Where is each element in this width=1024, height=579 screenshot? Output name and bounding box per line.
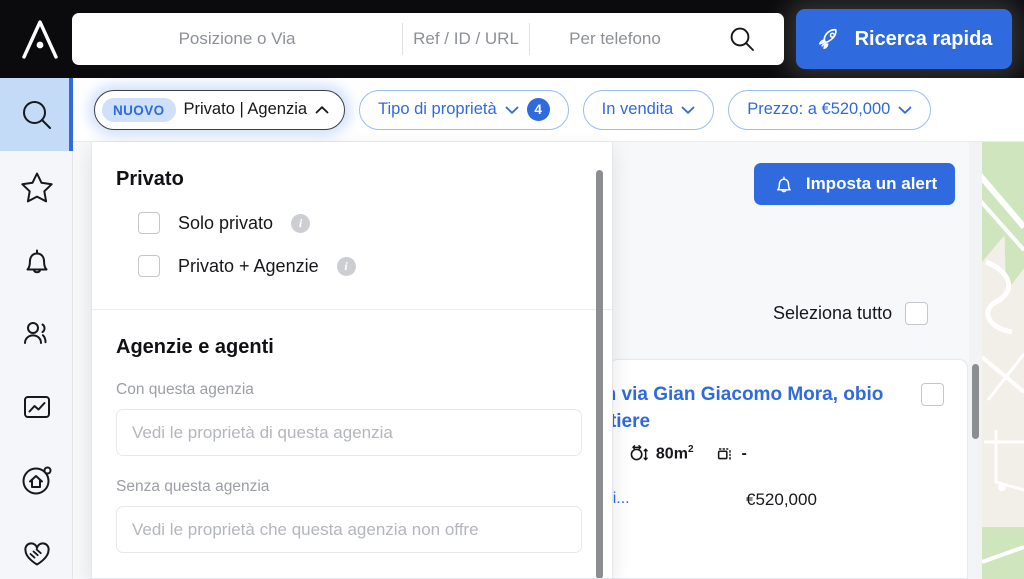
- search-icon: [730, 27, 754, 51]
- results-scroll-thumb[interactable]: [972, 364, 979, 439]
- filter-price-label: Prezzo: a €520,000: [747, 100, 891, 118]
- search-phone-placeholder: Per telefono: [569, 29, 661, 48]
- search-icon: [22, 100, 51, 129]
- filter-price[interactable]: Prezzo: a €520,000: [728, 89, 932, 130]
- private-agencies-checkbox[interactable]: [138, 255, 160, 277]
- without-agency-placeholder: Vedi le proprietà che questa agenzia non…: [132, 519, 479, 539]
- property-card-checkbox[interactable]: [921, 383, 944, 406]
- search-location-input[interactable]: Posizione o Via: [72, 23, 402, 55]
- sidebar-item-alerts[interactable]: [0, 224, 73, 297]
- property-area: 80m2: [628, 443, 694, 464]
- sidebar-item-statistics[interactable]: [0, 370, 73, 443]
- private-agencies-label: Privato + Agenzie: [178, 255, 319, 276]
- with-agency-input[interactable]: Vedi le proprietà di questa agenzia: [116, 409, 582, 456]
- filter-property-type-label: Tipo di proprietà: [378, 100, 497, 118]
- new-badge: NUOVO: [102, 97, 176, 122]
- without-agency-label: Senza questa agenzia: [116, 478, 270, 495]
- star-icon: [20, 172, 53, 202]
- sidebar-item-search[interactable]: [0, 78, 73, 151]
- panel-section-agencies-title: Agenzie e agenti: [116, 336, 274, 358]
- sidebar-item-deals[interactable]: [0, 516, 73, 579]
- bell-icon: [26, 249, 47, 273]
- map-panel[interactable]: [982, 142, 1024, 579]
- filter-listing-type[interactable]: In vendita: [582, 89, 715, 130]
- select-all-row[interactable]: Seleziona tutto: [773, 302, 929, 325]
- filter-private-agency[interactable]: NUOVO Privato | Agenzia: [94, 89, 346, 130]
- sidebar-item-favourites[interactable]: [0, 151, 73, 224]
- search-bar: Posizione o Via Ref / ID / URL Per telef…: [72, 13, 784, 65]
- property-price: €520,000: [746, 490, 817, 509]
- chart-image-icon: [23, 395, 50, 418]
- option-only-private[interactable]: Solo privato i: [138, 212, 612, 234]
- select-all-label: Seleziona tutto: [773, 303, 893, 323]
- chevron-down-icon: [898, 105, 912, 115]
- panel-scroll-thumb[interactable]: [596, 170, 603, 578]
- filter-property-type[interactable]: Tipo di proprietà 4: [359, 89, 569, 130]
- select-all-checkbox[interactable]: [905, 302, 929, 325]
- sidebar-item-valuation[interactable]: [0, 443, 73, 516]
- bell-icon: [776, 175, 791, 192]
- with-agency-placeholder: Vedi le proprietà di questa agenzia: [132, 422, 393, 442]
- without-agency-input[interactable]: Vedi le proprietà che questa agenzia non…: [116, 506, 582, 553]
- plot-icon: [717, 447, 731, 460]
- search-ref-placeholder: Ref / ID / URL: [413, 29, 519, 48]
- property-area-value: 80m2: [655, 443, 694, 463]
- map-graphic: [982, 142, 1024, 579]
- sidebar: [0, 78, 73, 579]
- panel-section-private-title: Privato: [116, 168, 184, 190]
- filter-bar: NUOVO Privato | Agenzia Tipo di propriet…: [73, 78, 1024, 142]
- results-scroll-track[interactable]: [969, 142, 982, 579]
- search-submit-button[interactable]: [700, 25, 784, 53]
- chevron-up-icon: [315, 105, 329, 115]
- filter-property-type-count: 4: [526, 98, 550, 121]
- property-card[interactable]: ento in via Gian Giacomo Mora, obio - Qu…: [554, 359, 968, 579]
- app-root: Posizione o Via Ref / ID / URL Per telef…: [0, 0, 1024, 579]
- chevron-down-icon: [681, 105, 695, 115]
- property-plot-value: -: [741, 444, 747, 462]
- sidebar-item-contacts[interactable]: [0, 297, 73, 370]
- search-location-placeholder: Posizione o Via: [178, 29, 296, 48]
- only-private-checkbox[interactable]: [138, 212, 160, 234]
- brand-a-logo-icon: [22, 20, 58, 59]
- search-phone-input[interactable]: Per telefono: [530, 23, 700, 55]
- private-agency-dropdown: Privato Solo privato i Privato + Agenzie…: [91, 142, 613, 579]
- set-alert-button[interactable]: Imposta un alert: [754, 163, 955, 205]
- search-ref-input[interactable]: Ref / ID / URL: [402, 23, 530, 55]
- people-icon: [23, 321, 46, 344]
- brand-a-logo[interactable]: [14, 14, 66, 64]
- panel-divider: [92, 309, 612, 310]
- chevron-down-icon: [505, 105, 519, 115]
- house-circle-icon: [22, 466, 51, 494]
- quick-search-label: Ricerca rapida: [854, 27, 993, 50]
- only-private-label: Solo privato: [178, 212, 274, 233]
- filter-listing-type-label: In vendita: [601, 100, 674, 118]
- option-private-agencies[interactable]: Privato + Agenzie i: [138, 255, 612, 277]
- property-plot: -: [715, 444, 747, 464]
- rocket-icon: [818, 28, 837, 49]
- filter-private-agency-label: Privato | Agenzia: [183, 100, 308, 118]
- top-bar: Posizione o Via Ref / ID / URL Per telef…: [0, 0, 1024, 78]
- quick-search-button[interactable]: Ricerca rapida: [796, 9, 1012, 69]
- with-agency-label: Con questa agenzia: [116, 381, 254, 398]
- info-icon[interactable]: i: [291, 213, 311, 233]
- handshake-heart-icon: [23, 541, 50, 565]
- area-measure-icon: [630, 445, 648, 461]
- info-icon[interactable]: i: [336, 256, 356, 276]
- set-alert-label: Imposta un alert: [805, 174, 938, 193]
